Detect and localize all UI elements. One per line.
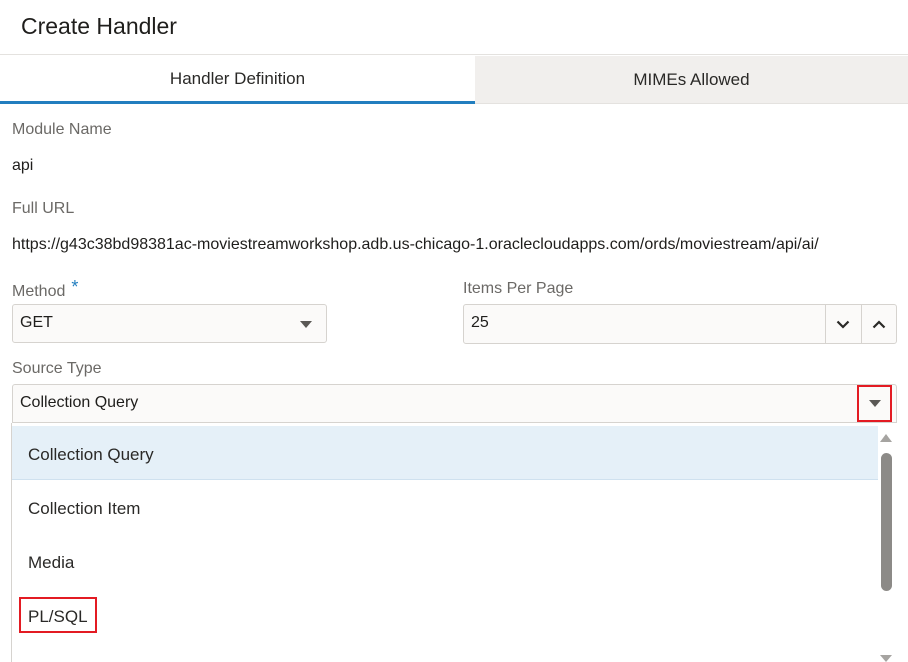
increment-button[interactable] xyxy=(861,305,896,343)
tab-bar: Handler Definition MIMEs Allowed xyxy=(0,56,908,104)
source-type-label: Source Type xyxy=(12,360,102,377)
method-label-wrap: Method * xyxy=(12,277,79,301)
method-label: Method xyxy=(12,283,66,300)
scroll-down-arrow-icon[interactable] xyxy=(880,655,892,662)
dialog-header: Create Handler xyxy=(0,0,908,55)
scrollbar-thumb[interactable] xyxy=(881,453,892,591)
scroll-up-arrow-icon[interactable] xyxy=(880,434,892,442)
option-media[interactable]: Media xyxy=(12,534,878,588)
chevron-up-icon xyxy=(872,319,886,328)
source-type-select[interactable]: Collection Query xyxy=(12,384,897,423)
option-plsql[interactable]: PL/SQL xyxy=(12,588,878,642)
full-url-label: Full URL xyxy=(12,200,75,217)
option-label: Media xyxy=(28,553,75,572)
full-url-value: https://g43c38bd98381ac-moviestreamworks… xyxy=(12,236,819,253)
required-indicator: * xyxy=(71,277,79,297)
method-select-value: GET xyxy=(20,314,53,331)
method-select[interactable]: GET xyxy=(12,304,327,343)
source-type-options-list: Collection Query Collection Item Media P… xyxy=(11,423,879,662)
tab-mimes-allowed[interactable]: MIMEs Allowed xyxy=(475,56,908,104)
source-type-select-value: Collection Query xyxy=(20,394,139,411)
tab-handler-definition[interactable]: Handler Definition xyxy=(0,56,475,104)
option-label: Collection Query xyxy=(28,445,154,464)
items-per-page-input[interactable]: 25 xyxy=(463,304,897,344)
items-per-page-label: Items Per Page xyxy=(463,280,574,297)
module-name-label: Module Name xyxy=(12,121,112,138)
decrement-button[interactable] xyxy=(825,305,860,343)
caret-down-icon xyxy=(869,400,881,407)
module-name-value: api xyxy=(12,157,34,174)
items-per-page-value: 25 xyxy=(471,314,489,331)
option-collection-item[interactable]: Collection Item xyxy=(12,480,878,534)
option-collection-query[interactable]: Collection Query xyxy=(12,426,878,480)
dialog-title: Create Handler xyxy=(21,13,177,39)
caret-down-icon xyxy=(300,321,312,328)
option-label: Collection Item xyxy=(28,499,141,518)
plsql-highlight-box xyxy=(19,597,97,633)
source-type-dropdown-button[interactable] xyxy=(857,385,892,422)
chevron-down-icon xyxy=(836,320,850,329)
